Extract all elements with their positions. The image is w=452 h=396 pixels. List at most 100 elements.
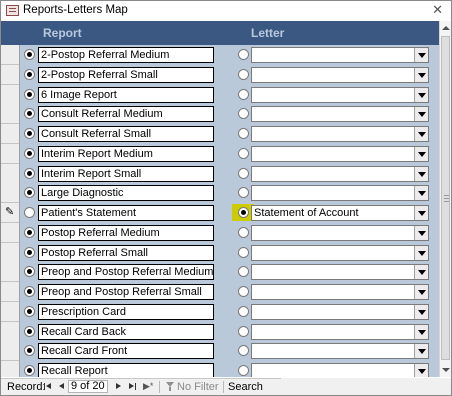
dropdown-arrow-icon[interactable]: [414, 225, 428, 240]
letter-dropdown[interactable]: [251, 66, 429, 83]
horizontal-scrollbar[interactable]: [281, 378, 451, 395]
letter-radio[interactable]: [238, 305, 249, 317]
letter-radio[interactable]: [238, 147, 249, 159]
letter-dropdown[interactable]: [251, 185, 429, 202]
report-radio[interactable]: [24, 365, 35, 376]
report-radio[interactable]: [24, 49, 35, 60]
dropdown-arrow-icon[interactable]: [414, 265, 428, 280]
record-selector[interactable]: [1, 124, 19, 144]
new-record-icon[interactable]: ▶*: [143, 381, 154, 392]
letter-radio[interactable]: [238, 88, 249, 100]
letter-radio[interactable]: [238, 49, 249, 60]
report-radio[interactable]: [24, 305, 35, 317]
last-record-icon[interactable]: [129, 381, 138, 392]
letter-radio[interactable]: [238, 365, 249, 376]
dropdown-arrow-icon[interactable]: [414, 324, 428, 339]
record-selector[interactable]: [1, 301, 19, 322]
record-selector[interactable]: [1, 341, 19, 362]
report-field[interactable]: 2-Postop Referral Small: [38, 66, 214, 83]
letter-radio[interactable]: [238, 246, 249, 258]
letter-dropdown[interactable]: [251, 303, 429, 320]
letter-radio[interactable]: [238, 207, 249, 218]
letter-dropdown[interactable]: [251, 86, 429, 103]
letter-dropdown[interactable]: [251, 363, 429, 377]
first-record-icon[interactable]: [44, 381, 53, 392]
dropdown-arrow-icon[interactable]: [414, 146, 428, 161]
close-button[interactable]: ✕: [432, 3, 443, 17]
report-radio[interactable]: [24, 246, 35, 258]
dropdown-arrow-icon[interactable]: [414, 364, 428, 377]
record-selector[interactable]: [1, 64, 19, 85]
record-selector[interactable]: [1, 143, 19, 164]
record-selector[interactable]: [1, 183, 19, 204]
letter-radio[interactable]: [238, 286, 249, 297]
report-field[interactable]: Large Diagnostic: [38, 185, 214, 202]
dropdown-arrow-icon[interactable]: [414, 48, 428, 62]
report-radio[interactable]: [24, 147, 35, 159]
letter-radio[interactable]: [238, 345, 249, 357]
letter-dropdown[interactable]: [251, 323, 429, 340]
record-selector[interactable]: [1, 45, 19, 65]
previous-record-icon[interactable]: [59, 381, 66, 392]
letter-dropdown[interactable]: [251, 343, 429, 360]
report-field[interactable]: 2-Postop Referral Medium: [38, 47, 214, 63]
dropdown-arrow-icon[interactable]: [414, 344, 428, 359]
letter-dropdown[interactable]: [251, 284, 429, 300]
record-selector[interactable]: [1, 84, 19, 105]
dropdown-arrow-icon[interactable]: [414, 107, 428, 122]
report-radio[interactable]: [24, 286, 35, 297]
report-radio[interactable]: [24, 128, 35, 139]
report-radio[interactable]: [24, 345, 35, 357]
record-selector[interactable]: [1, 242, 19, 263]
letter-dropdown[interactable]: [251, 106, 429, 123]
record-selector[interactable]: [1, 222, 19, 243]
dropdown-arrow-icon[interactable]: [414, 245, 428, 260]
report-field[interactable]: 6 Image Report: [38, 86, 214, 103]
report-field[interactable]: Interim Report Small: [38, 165, 214, 182]
dropdown-arrow-icon[interactable]: [414, 186, 428, 201]
letter-dropdown[interactable]: [251, 145, 429, 162]
report-radio[interactable]: [24, 325, 35, 337]
letter-radio[interactable]: [238, 226, 249, 238]
record-selector[interactable]: [1, 321, 19, 342]
report-radio[interactable]: [24, 167, 35, 179]
scroll-up-arrow-icon[interactable]: [440, 21, 451, 35]
letter-dropdown[interactable]: [251, 47, 429, 63]
report-radio[interactable]: [24, 226, 35, 238]
report-radio[interactable]: [24, 187, 35, 199]
letter-dropdown[interactable]: Statement of Account: [251, 205, 429, 221]
dropdown-arrow-icon[interactable]: [414, 127, 428, 141]
letter-radio[interactable]: [238, 325, 249, 337]
record-selector[interactable]: [1, 282, 19, 302]
report-field[interactable]: Recall Card Back: [38, 323, 214, 340]
letter-radio[interactable]: [238, 68, 249, 80]
report-field[interactable]: Prescription Card: [38, 303, 214, 320]
record-selector[interactable]: [1, 163, 19, 184]
report-radio[interactable]: [24, 108, 35, 120]
report-field[interactable]: Consult Referral Small: [38, 126, 214, 142]
scroll-thumb[interactable]: [441, 36, 450, 360]
letter-dropdown[interactable]: [251, 244, 429, 261]
letter-dropdown[interactable]: [251, 264, 429, 281]
letter-radio[interactable]: [238, 266, 249, 278]
record-selector[interactable]: [1, 262, 19, 283]
report-field[interactable]: Recall Report: [38, 363, 214, 377]
record-selector-edit-icon[interactable]: [1, 203, 19, 223]
letter-radio[interactable]: [238, 108, 249, 120]
report-radio[interactable]: [24, 266, 35, 278]
report-field[interactable]: Preop and Postop Referral Medium: [38, 264, 214, 281]
scroll-down-arrow-icon[interactable]: [440, 363, 451, 377]
report-field[interactable]: Postop Referral Medium: [38, 224, 214, 241]
dropdown-arrow-icon[interactable]: [414, 166, 428, 181]
report-field[interactable]: Preop and Postop Referral Small: [38, 284, 214, 300]
search-input[interactable]: Search: [228, 381, 263, 393]
letter-dropdown[interactable]: [251, 165, 429, 182]
letter-radio[interactable]: [238, 167, 249, 179]
dropdown-arrow-icon[interactable]: [414, 304, 428, 319]
letter-dropdown[interactable]: [251, 224, 429, 241]
report-field[interactable]: Postop Referral Small: [38, 244, 214, 261]
current-record-field[interactable]: 9 of 20: [68, 380, 108, 393]
next-record-icon[interactable]: [116, 381, 123, 392]
report-field[interactable]: Interim Report Medium: [38, 145, 214, 162]
no-filter-button[interactable]: No Filter: [177, 381, 219, 393]
